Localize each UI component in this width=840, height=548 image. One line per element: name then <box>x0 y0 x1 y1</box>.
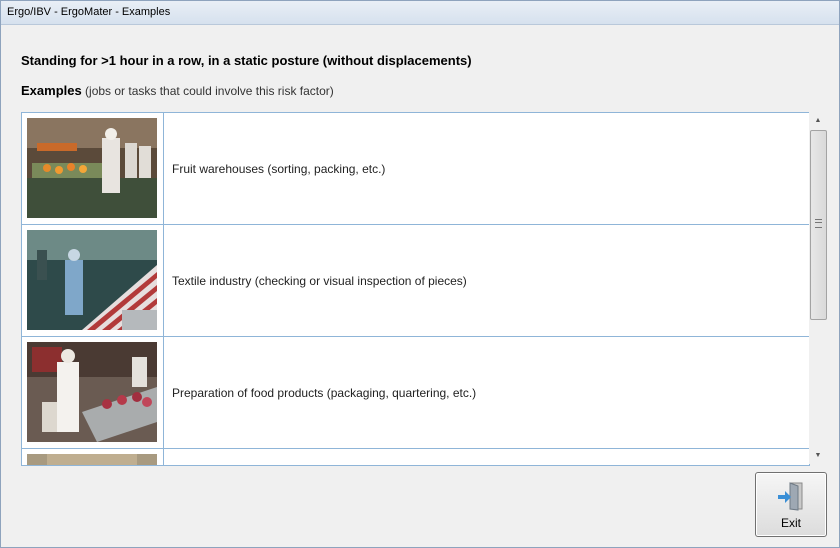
examples-label: Examples <box>21 83 82 98</box>
example-text: Textile industry (checking or visual ins… <box>172 273 467 288</box>
textile-industry-photo <box>27 230 157 330</box>
food-preparation-photo <box>27 342 157 442</box>
exit-label: Exit <box>780 516 801 530</box>
thumbnail-cell <box>22 337 164 448</box>
thumbnail-cell <box>22 449 164 465</box>
list-item[interactable]: Preparation of food products (packaging,… <box>22 337 809 449</box>
scrollbar-thumb[interactable] <box>810 130 827 320</box>
scroll-up-icon[interactable]: ▲ <box>809 112 827 129</box>
list-item[interactable]: Textile industry (checking or visual ins… <box>22 225 809 337</box>
exit-button[interactable]: Exit <box>755 472 827 537</box>
partial-photo <box>27 454 157 465</box>
vertical-scrollbar[interactable]: ▲ ▼ <box>809 112 827 464</box>
examples-description: (jobs or tasks that could involve this r… <box>81 84 334 98</box>
example-text <box>164 449 172 465</box>
examples-subheading: Examples (jobs or tasks that could invol… <box>21 83 334 98</box>
list-item[interactable] <box>22 449 809 465</box>
exit-door-icon <box>778 482 803 511</box>
thumbnail-cell <box>22 113 164 224</box>
fruit-warehouse-photo <box>27 118 157 218</box>
example-text: Preparation of food products (packaging,… <box>172 385 477 400</box>
thumbnail-cell <box>22 225 164 336</box>
examples-list: Fruit warehouses (sorting, packing, etc.… <box>21 112 810 466</box>
example-text: Fruit warehouses (sorting, packing, etc.… <box>172 161 386 176</box>
scroll-down-icon[interactable]: ▼ <box>809 447 827 464</box>
list-item[interactable]: Fruit warehouses (sorting, packing, etc.… <box>22 113 809 225</box>
grip-icon <box>815 219 822 228</box>
examples-window: Ergo/IBV - ErgoMater - Examples Standing… <box>0 0 840 548</box>
risk-factor-heading: Standing for >1 hour in a row, in a stat… <box>21 53 472 68</box>
window-title: Ergo/IBV - ErgoMater - Examples <box>1 1 839 25</box>
